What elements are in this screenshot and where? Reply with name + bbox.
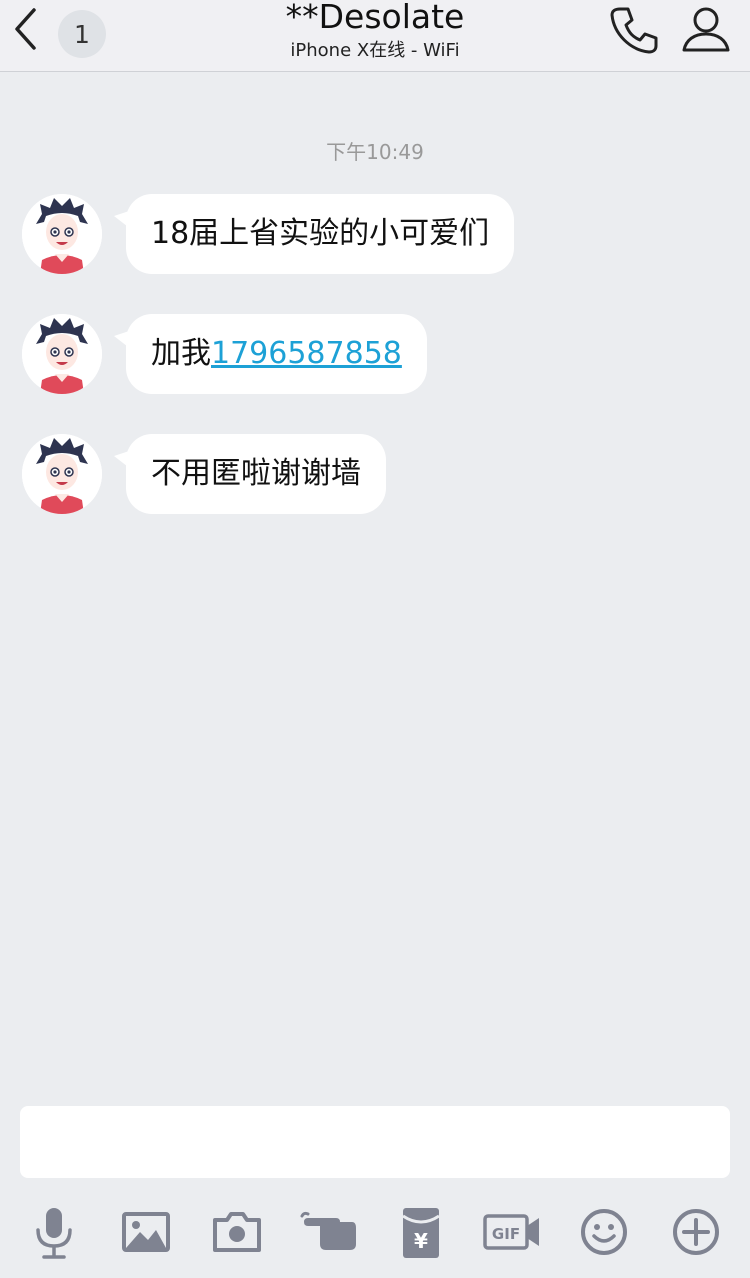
emoji-icon	[581, 1209, 627, 1255]
message-text: 加我	[151, 336, 211, 371]
more-button[interactable]	[666, 1202, 726, 1262]
cartoon-avatar-icon	[22, 314, 102, 394]
phone-number-link[interactable]: 1796587858	[211, 336, 402, 371]
red-packet-button[interactable]: ¥	[391, 1202, 451, 1262]
cartoon-avatar-icon	[22, 434, 102, 514]
person-icon	[682, 7, 730, 52]
message-timestamp: 下午10:49	[326, 140, 424, 164]
gif-button[interactable]: GIF	[482, 1202, 542, 1262]
poke-icon	[300, 1211, 356, 1250]
message-bubble[interactable]: 不用匿啦谢谢墙	[114, 434, 386, 514]
voice-call-button[interactable]	[608, 4, 660, 56]
gif-icon: GIF	[483, 1214, 539, 1250]
input-toolbar: ¥ GIF	[0, 1196, 750, 1266]
profile-button[interactable]	[680, 4, 732, 56]
voice-button[interactable]	[24, 1202, 84, 1262]
avatar[interactable]	[22, 434, 102, 514]
camera-button[interactable]	[207, 1202, 267, 1262]
avatar[interactable]	[22, 314, 102, 394]
message-bubble[interactable]: 加我1796587858	[114, 314, 427, 394]
plus-icon	[673, 1209, 719, 1255]
image-button[interactable]	[116, 1202, 176, 1262]
microphone-icon	[36, 1208, 72, 1259]
red-packet-icon: ¥	[402, 1208, 440, 1258]
emoji-button[interactable]	[574, 1202, 634, 1262]
image-icon	[122, 1212, 170, 1252]
gif-label: GIF	[492, 1225, 520, 1243]
cartoon-avatar-icon	[22, 194, 102, 274]
message-input[interactable]	[20, 1106, 730, 1178]
nav-header: 1 **Desolate iPhone X在线 - WiFi	[0, 0, 750, 72]
camera-icon	[213, 1212, 261, 1252]
avatar[interactable]	[22, 194, 102, 274]
message-bubble[interactable]: 18届上省实验的小可爱们	[113, 194, 515, 274]
phone-icon	[610, 7, 658, 54]
yen-symbol: ¥	[414, 1229, 428, 1253]
poke-button[interactable]	[298, 1202, 358, 1262]
